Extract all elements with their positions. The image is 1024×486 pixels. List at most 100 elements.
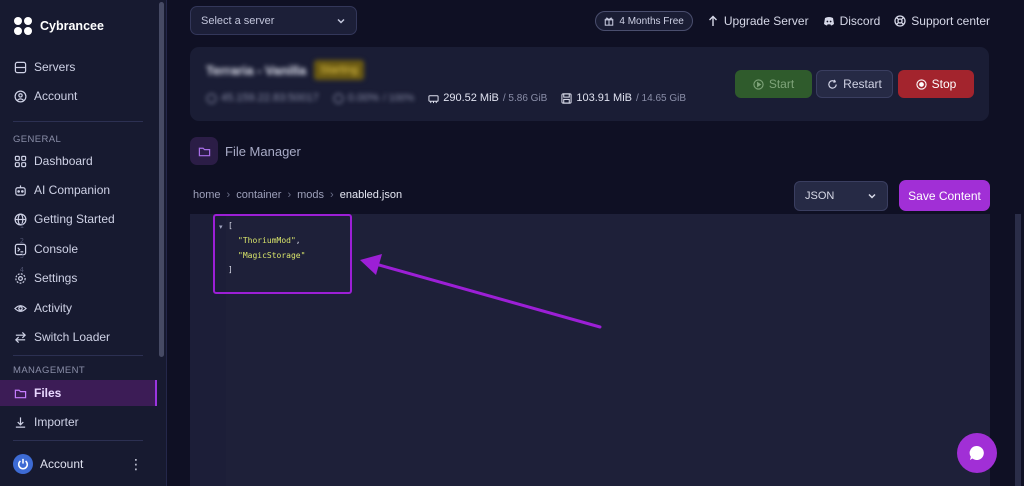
top-links: 4 Months Free Upgrade Server Discord Sup… — [595, 11, 990, 31]
line-number: 4 — [19, 266, 24, 274]
discord-label: Discord — [839, 14, 881, 28]
support-center-link[interactable]: Support center — [894, 14, 990, 28]
breadcrumb-mods[interactable]: mods — [297, 189, 324, 201]
discord-icon — [823, 17, 834, 26]
chat-bubble-icon — [969, 445, 984, 460]
breadcrumb-home[interactable]: home — [193, 189, 221, 201]
power-icon — [17, 458, 29, 470]
sidebar-item-label: Servers — [34, 60, 76, 74]
annotation-highlight-box — [213, 214, 352, 294]
annotation-arrow-icon — [360, 254, 602, 329]
globe-icon — [206, 92, 217, 104]
server-status-card: Terraria - Vanilla Starting 45.159.22.83… — [190, 47, 989, 121]
stat-disk-limit: / 14.65 GiB — [636, 92, 687, 104]
lifebuoy-icon — [894, 15, 906, 27]
kebab-menu-icon[interactable]: ⋮ — [129, 457, 143, 471]
server-icon — [14, 61, 27, 73]
sidebar-item-dashboard[interactable]: Dashboard — [0, 148, 157, 174]
status-badge: Starting — [314, 60, 364, 80]
sidebar-item-label: Console — [34, 242, 79, 256]
sidebar-item-label: AI Companion — [34, 183, 111, 197]
page-title: File Manager — [225, 144, 301, 159]
download-icon — [15, 416, 26, 428]
restart-label: Restart — [843, 77, 882, 91]
promo-badge[interactable]: 4 Months Free — [595, 11, 693, 31]
stat-address: 45.159.22.83:50017 — [206, 92, 319, 104]
refresh-icon — [828, 79, 837, 89]
sidebar-scrollbar[interactable] — [159, 2, 164, 357]
promo-label: 4 Months Free — [619, 15, 684, 27]
stat-disk: 103.91 MiB / 14.65 GiB — [561, 92, 686, 104]
start-label: Start — [768, 77, 795, 91]
language-select[interactable]: JSON — [794, 181, 888, 211]
brand-name: Cybrancee — [40, 19, 104, 33]
sidebar-item-activity[interactable]: Activity — [0, 295, 157, 321]
grid-icon — [14, 155, 27, 167]
server-stats: 45.159.22.83:50017 0.00% / 100% 290.52 M… — [206, 92, 686, 104]
sidebar-item-importer[interactable]: Importer — [0, 409, 157, 435]
stat-cpu-limit: / 100% — [383, 92, 415, 104]
stat-disk-value: 103.91 MiB — [576, 92, 632, 104]
account-footer-label: Account — [40, 457, 84, 471]
sidebar-item-account[interactable]: Account — [0, 83, 157, 109]
chevron-down-icon — [868, 193, 876, 199]
cybrancee-logo-icon — [13, 16, 33, 36]
upgrade-server-link[interactable]: Upgrade Server — [707, 14, 809, 28]
breadcrumb-container[interactable]: container — [236, 189, 281, 201]
stat-memory-value: 290.52 MiB — [443, 92, 499, 104]
server-select[interactable]: Select a server — [190, 6, 357, 35]
discord-link[interactable]: Discord — [823, 14, 881, 28]
sidebar-divider — [13, 355, 143, 356]
swap-icon — [15, 331, 26, 343]
stop-circle-icon — [916, 78, 927, 90]
editor-scrollbar[interactable] — [1015, 214, 1021, 486]
sidebar-item-files[interactable]: Files — [0, 380, 157, 406]
brand[interactable]: Cybrancee — [13, 16, 104, 36]
play-circle-icon — [753, 78, 764, 90]
start-button[interactable]: Start — [735, 70, 812, 98]
arrow-up-icon — [708, 15, 717, 26]
stop-label: Stop — [931, 77, 957, 91]
file-manager-folder-icon — [190, 137, 218, 165]
user-circle-icon — [14, 90, 27, 102]
memory-icon — [428, 94, 439, 103]
account-menu[interactable]: Account ⋮ — [13, 454, 143, 474]
cpu-icon — [333, 92, 344, 104]
gift-icon — [605, 17, 614, 26]
chat-support-button[interactable] — [957, 433, 997, 473]
sidebar-item-ai-companion[interactable]: AI Companion — [0, 177, 157, 203]
sidebar-item-label: Importer — [34, 415, 79, 429]
sidebar-item-label: Activity — [34, 301, 73, 315]
avatar — [13, 454, 33, 474]
chevron-right-icon: › — [330, 189, 334, 201]
sidebar-item-label: Account — [34, 89, 78, 103]
sidebar-item-switch-loader[interactable]: Switch Loader — [0, 324, 157, 350]
line-number: 2 — [19, 237, 24, 245]
line-number: 1 — [19, 222, 24, 230]
sidebar-item-label: Switch Loader — [34, 330, 111, 344]
eye-icon — [14, 304, 27, 312]
save-disk-icon — [561, 92, 572, 104]
sidebar-item-label: Getting Started — [34, 212, 115, 226]
sidebar-divider — [13, 121, 143, 122]
sidebar-item-label: Dashboard — [34, 154, 93, 168]
server-select-placeholder: Select a server — [201, 14, 275, 27]
stat-memory-limit: / 5.86 GiB — [502, 92, 548, 104]
save-content-button[interactable]: Save Content — [899, 180, 990, 211]
stat-cpu: 0.00% / 100% — [333, 92, 414, 104]
stop-button[interactable]: Stop — [898, 70, 974, 98]
language-select-value: JSON — [805, 190, 835, 202]
sidebar-item-servers[interactable]: Servers — [0, 54, 157, 80]
server-name: Terraria - Vanilla — [206, 63, 307, 78]
sidebar-divider — [13, 440, 143, 441]
stat-cpu-value: 0.00% — [347, 92, 380, 104]
sidebar-item-label: Files — [34, 386, 62, 400]
restart-button[interactable]: Restart — [816, 70, 893, 98]
section-management-label: MANAGEMENT — [13, 365, 86, 376]
chevron-right-icon: › — [287, 189, 292, 201]
stat-address-value: 45.159.22.83:50017 — [221, 92, 319, 104]
chevron-right-icon: › — [226, 189, 231, 201]
robot-icon — [15, 184, 26, 196]
line-number: 3 — [19, 252, 24, 260]
chevron-down-icon — [337, 18, 345, 24]
